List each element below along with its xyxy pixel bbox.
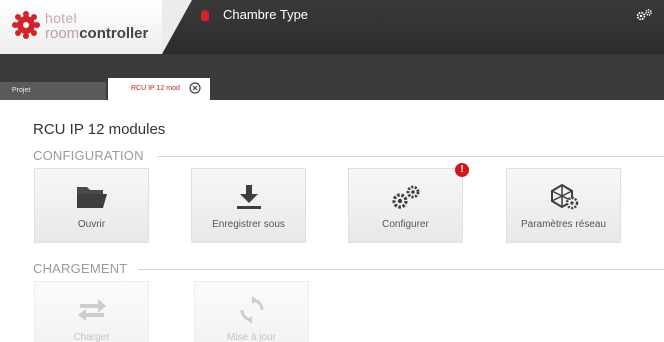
close-icon[interactable]	[189, 82, 201, 94]
open-button[interactable]: Ouvrir	[34, 168, 149, 243]
configure-button-label: Configurer	[382, 219, 429, 230]
section-divider	[138, 269, 664, 270]
download-icon	[236, 185, 261, 209]
logo[interactable]: hotel roomcontroller	[0, 0, 162, 54]
refresh-icon	[240, 296, 263, 324]
folder-icon	[76, 187, 107, 208]
tab-bar: Projet RCU IP 12 mod	[0, 54, 664, 100]
section-divider	[157, 156, 664, 157]
network-settings-button[interactable]: Paramètres réseau	[506, 168, 621, 243]
logo-text: hotel roomcontroller	[45, 10, 148, 42]
room-marker-icon	[201, 10, 209, 21]
transfer-arrows-icon	[77, 299, 106, 321]
logo-line2-bold: controller	[79, 25, 149, 42]
save-as-button[interactable]: Enregistrer sous	[191, 168, 306, 243]
tab-projet[interactable]: Projet	[0, 82, 106, 100]
section-title-chargement: CHARGEMENT	[33, 261, 128, 276]
settings-gears-icon[interactable]	[634, 8, 654, 22]
logo-icon	[12, 11, 40, 39]
app-window: hotel roomcontroller Chambre Type Projet…	[0, 0, 664, 342]
logo-line2: roomcontroller	[45, 26, 148, 41]
gears-icon	[391, 185, 419, 209]
load-button[interactable]: Charger	[34, 281, 149, 342]
update-button-label: Mise à jour	[227, 332, 276, 342]
tab-label: RCU IP 12 mod	[131, 85, 180, 92]
network-settings-icon	[550, 183, 578, 210]
tab-rcu-ip-12-mod[interactable]: RCU IP 12 mod	[108, 78, 210, 100]
logo-line1: hotel	[45, 10, 77, 26]
network-settings-button-label: Paramètres réseau	[520, 219, 607, 230]
configure-button[interactable]: Configurer	[348, 168, 463, 243]
open-button-label: Ouvrir	[77, 219, 106, 230]
logo-line2-prefix: room	[45, 25, 80, 42]
logo-divider	[162, 0, 192, 54]
save-as-button-label: Enregistrer sous	[212, 219, 285, 230]
top-header: hotel roomcontroller Chambre Type	[0, 0, 664, 54]
page-title: RCU IP 12 modules	[33, 121, 166, 138]
load-button-label: Charger	[73, 332, 110, 342]
alert-badge: !	[455, 163, 469, 177]
update-button[interactable]: Mise à jour	[194, 281, 309, 342]
section-title-configuration: CONFIGURATION	[33, 148, 144, 163]
room-title: Chambre Type	[223, 7, 309, 22]
